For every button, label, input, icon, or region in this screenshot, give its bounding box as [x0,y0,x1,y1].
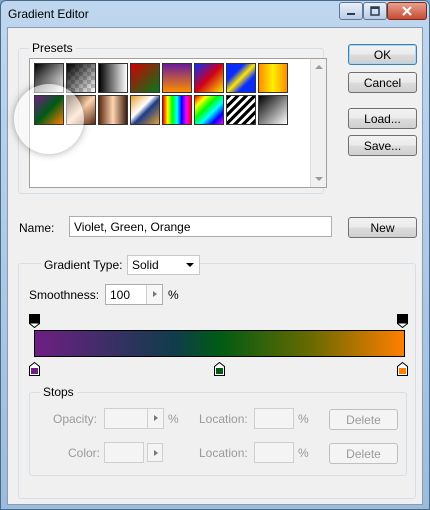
color-stop-violet[interactable] [29,362,40,376]
preset-swatch-chrome[interactable] [130,95,160,125]
selected-preset-swatch[interactable] [34,95,64,125]
color-location-unit: % [298,446,309,460]
name-label: Name: [19,221,55,235]
opacity-delete-button[interactable]: Delete [329,409,398,430]
preset-swatch-blue-red-yellow[interactable] [194,63,224,93]
presets-label: Presets [29,41,76,55]
preset-swatch-rainbow[interactable] [194,95,224,125]
title-bar[interactable]: Gradient Editor [1,1,429,27]
gradient-type-select[interactable]: Solid [127,255,200,275]
color-stop-orange[interactable] [397,362,408,376]
opacity-location-unit: % [298,412,309,426]
preset-swatch-red-green[interactable] [130,63,160,93]
preset-swatch-copper-2[interactable] [98,95,128,125]
opacity-location-label: Location: [199,412,248,426]
cancel-button[interactable]: Cancel [348,72,417,93]
minimize-button[interactable] [339,2,363,20]
color-picker-arrow[interactable] [147,443,163,462]
load-button[interactable]: Load... [348,108,417,129]
preset-swatch-transparent[interactable] [66,63,96,93]
gradient-type-label: Gradient Type: [41,258,126,272]
opacity-stop-left[interactable] [29,314,40,328]
preset-swatch-black-white-2[interactable] [98,63,128,93]
smoothness-value: 100 [110,288,131,302]
new-button[interactable]: New [348,217,417,238]
ok-button[interactable]: OK [348,44,417,65]
preset-swatch-spectrum[interactable] [162,95,192,125]
preset-swatch-blue-yellow-blue[interactable] [226,63,256,93]
gradient-preview-bar[interactable] [34,330,405,357]
scroll-down-icon[interactable] [315,177,323,181]
preset-swatch-black-white-diagonal[interactable] [258,95,288,125]
preset-swatch-violet-orange[interactable] [162,63,192,93]
close-icon [402,6,412,16]
scroll-up-icon[interactable] [315,65,323,69]
smoothness-label: Smoothness: [29,288,100,302]
gradient-type-value: Solid [132,258,159,272]
smoothness-unit: % [168,288,179,302]
preset-swatch-orange-yellow-orange[interactable] [258,63,288,93]
opacity-unit: % [168,412,179,426]
close-button[interactable] [387,2,427,20]
chevron-down-icon [186,263,194,267]
maximize-button[interactable] [363,2,387,20]
save-button[interactable]: Save... [348,135,417,156]
gradient-editor-window: Gradient Editor Presets OK Cancel Load..… [0,0,430,510]
opacity-stop-right[interactable] [397,314,408,328]
stops-label: Stops [40,385,77,399]
opacity-location-input[interactable] [254,408,294,429]
dialog-client-area: Presets OK Cancel Load... Save... Name: … [7,27,423,505]
color-stop-green[interactable] [214,362,225,376]
gradient-name-input[interactable]: Violet, Green, Orange [69,216,332,237]
color-delete-button[interactable]: Delete [329,443,398,464]
color-swatch-input[interactable] [104,442,144,463]
color-label: Color: [68,446,101,460]
smoothness-stepper[interactable] [146,285,162,304]
opacity-label: Opacity: [53,412,98,426]
window-title: Gradient Editor [8,7,89,21]
color-location-input[interactable] [254,442,294,463]
minimize-icon [347,13,355,15]
presets-scrollbar[interactable] [310,59,326,187]
opacity-stepper[interactable] [147,409,163,428]
preset-swatch-stripes[interactable] [226,95,256,125]
color-location-label: Location: [199,446,248,460]
maximize-icon [370,6,380,16]
